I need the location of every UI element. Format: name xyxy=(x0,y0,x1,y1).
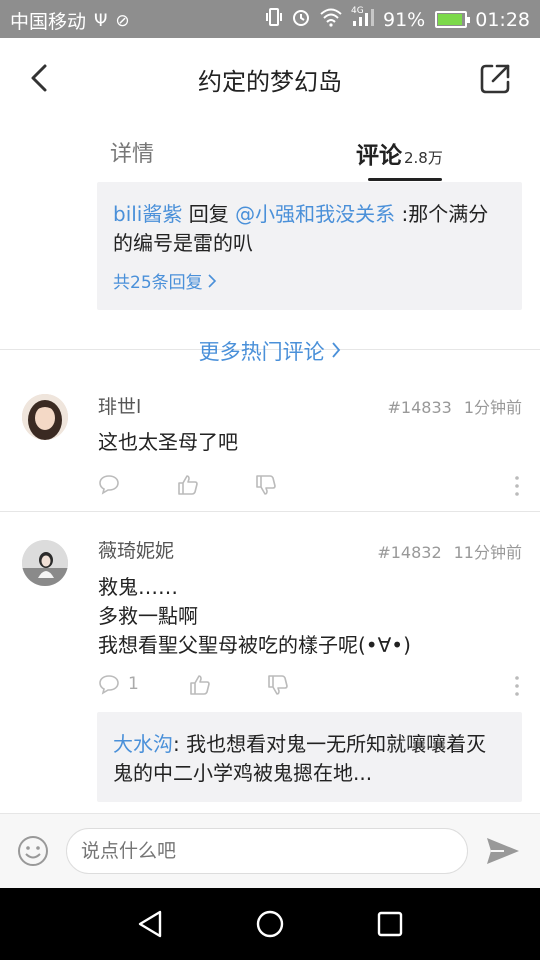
emoji-icon xyxy=(18,836,48,866)
comment-actions xyxy=(98,473,522,499)
view-all-replies-link[interactable]: 共25条回复 xyxy=(113,268,217,293)
comment-floor: #14833 xyxy=(387,398,452,417)
more-vertical-icon xyxy=(515,476,519,496)
comment-bubble-icon xyxy=(99,475,119,495)
clock: 01:28 xyxy=(475,8,530,31)
status-left: 中国移动 Ψ ⊘ xyxy=(10,7,130,34)
reply-preview-text: bili酱紫 回复 @小强和我没关系 :那个满分的编号是雷的叭 xyxy=(113,200,506,258)
thumbs-down-icon xyxy=(256,475,276,495)
sub-reply-author[interactable]: 大水沟 xyxy=(113,732,173,756)
comment-input-bar xyxy=(0,813,540,888)
reply-target[interactable]: @小强和我没关系 xyxy=(235,202,395,226)
divider xyxy=(0,511,540,512)
comment-item: 琲世l #14833 1分钟前 这也太圣母了吧 xyxy=(0,380,540,510)
battery-icon xyxy=(435,11,471,28)
battery-percent: 91% xyxy=(383,8,426,31)
view-all-replies-label: 共25条回复 xyxy=(113,273,203,293)
sub-reply-text: 大水沟: 我也想看对鬼一无所知就嚷嚷着灭鬼的中二小学鸡被鬼摁在地... xyxy=(113,730,506,788)
comment-text: 救鬼…… 多救一點啊 我想看聖父聖母被吃的樣子呢(•∀•) xyxy=(98,573,411,660)
comment-meta: #14832 11分钟前 xyxy=(365,539,522,563)
triangle-back-icon xyxy=(138,910,162,938)
send-icon xyxy=(487,838,519,864)
like-button[interactable] xyxy=(188,673,212,697)
signal-icon: 4G xyxy=(351,6,375,32)
like-button[interactable] xyxy=(176,473,200,497)
reply-button[interactable] xyxy=(98,473,128,495)
comment-floor: #14832 xyxy=(377,543,442,562)
comment-text: 这也太圣母了吧 xyxy=(98,430,238,454)
status-right: 4G 91% 01:28 xyxy=(265,6,530,32)
nav-home-button[interactable] xyxy=(252,906,288,942)
nav-recents-button[interactable] xyxy=(372,906,408,942)
more-hot-comments-link[interactable]: 更多热门评论 xyxy=(0,336,540,366)
nav-back-button[interactable] xyxy=(132,906,168,942)
vibrate-icon xyxy=(265,7,283,32)
thumbs-up-icon xyxy=(190,675,210,695)
alarm-icon xyxy=(291,7,311,32)
emoji-button[interactable] xyxy=(16,834,50,868)
usb-icon: Ψ xyxy=(94,10,108,31)
dislike-button[interactable] xyxy=(254,473,278,497)
status-bar: 中国移动 Ψ ⊘ 4G 91% 01:28 xyxy=(0,0,540,38)
comment-count: 2.8万 xyxy=(404,149,443,167)
more-vertical-icon xyxy=(515,676,519,696)
send-button[interactable] xyxy=(484,834,522,868)
more-hot-comments-label: 更多热门评论 xyxy=(198,340,325,364)
tab-comments-label: 评论 xyxy=(356,143,402,169)
dislike-button[interactable] xyxy=(266,673,290,697)
more-options-button[interactable] xyxy=(512,673,522,699)
comment-username[interactable]: 琲世l xyxy=(98,392,141,419)
carrier-name: 中国移动 xyxy=(10,11,87,33)
avatar[interactable] xyxy=(22,540,68,586)
avatar-image xyxy=(22,540,68,586)
app-header: 约定的梦幻岛 xyxy=(0,38,540,122)
reply-preview-box[interactable]: bili酱紫 回复 @小强和我没关系 :那个满分的编号是雷的叭 共25条回复 xyxy=(97,182,522,310)
comment-text-line: 多救一點啊 xyxy=(98,604,198,628)
reply-button[interactable]: 1 xyxy=(98,673,139,695)
reply-word: 回复 xyxy=(182,202,236,226)
circle-home-icon xyxy=(256,910,284,938)
chevron-right-icon xyxy=(208,273,216,288)
comment-username[interactable]: 薇琦妮妮 xyxy=(98,536,174,563)
chevron-right-icon xyxy=(332,342,341,358)
comment-text-line: 我想看聖父聖母被吃的樣子呢(•∀•) xyxy=(98,633,411,657)
comment-bubble-icon xyxy=(99,675,119,695)
avatar-image xyxy=(22,394,68,440)
active-tab-indicator xyxy=(368,178,442,181)
network-type: 4G xyxy=(351,6,364,16)
tab-comments[interactable]: 评论 2.8万 xyxy=(356,136,443,170)
tab-bar: 详情 评论 2.8万 xyxy=(0,122,540,182)
blocked-icon: ⊘ xyxy=(115,10,130,31)
comment-actions: 1 xyxy=(98,673,522,699)
system-nav-bar xyxy=(0,888,540,960)
reply-count: 1 xyxy=(128,674,139,694)
comment-time: 1分钟前 xyxy=(463,398,522,417)
page-title: 约定的梦幻岛 xyxy=(198,68,342,96)
tab-detail[interactable]: 详情 xyxy=(110,136,154,168)
share-button[interactable] xyxy=(478,62,512,96)
thumbs-down-icon xyxy=(268,675,288,695)
comment-text-line: 救鬼…… xyxy=(98,575,178,599)
square-recents-icon xyxy=(377,911,403,937)
more-options-button[interactable] xyxy=(512,473,522,499)
sub-reply-box[interactable]: 大水沟: 我也想看对鬼一无所知就嚷嚷着灭鬼的中二小学鸡被鬼摁在地... xyxy=(97,712,522,802)
external-link-icon xyxy=(480,64,510,94)
thumbs-up-icon xyxy=(178,475,198,495)
comment-time: 11分钟前 xyxy=(453,543,522,562)
reply-author[interactable]: bili酱紫 xyxy=(113,202,182,226)
comment-meta: #14833 1分钟前 xyxy=(376,394,523,418)
wifi-icon xyxy=(319,7,343,32)
avatar[interactable] xyxy=(22,394,68,440)
comment-input[interactable] xyxy=(66,828,468,874)
